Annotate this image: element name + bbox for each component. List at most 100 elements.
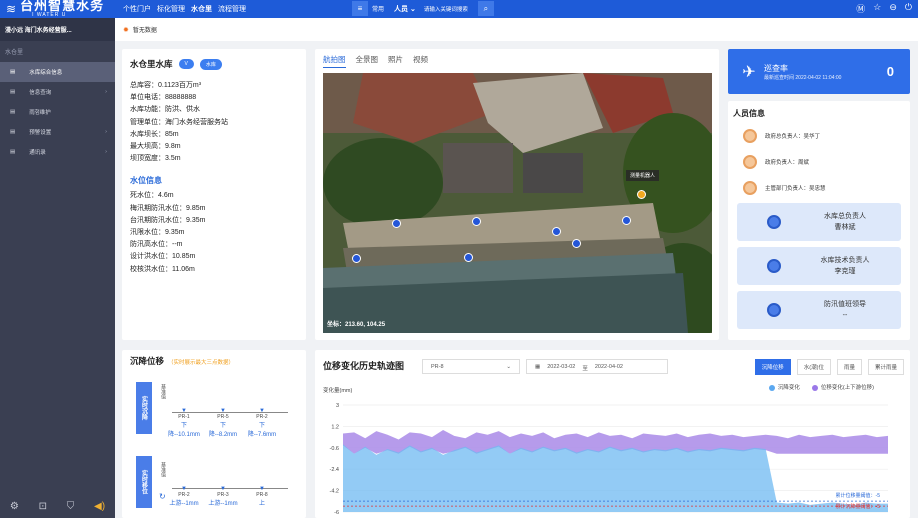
water-row: 设计洪水位：10.85m [130, 253, 196, 261]
settlement-title: 沉降位移 （实时展示最大三点数据） [130, 355, 298, 367]
star-icon[interactable]: ☆ [873, 2, 881, 15]
card-role: 防汛值班领导 [824, 301, 866, 308]
card-role: 水库技术负责人 [820, 257, 870, 264]
station-marker[interactable] [472, 217, 481, 226]
aerial-image[interactable]: 测量机器人 坐标：213.60, 104.25 [323, 73, 712, 333]
nav-portal[interactable]: 个性门户 [123, 4, 151, 14]
sidebar-group: 水仓里 [5, 50, 24, 56]
station-marker[interactable] [464, 253, 473, 262]
reservoir-header: 水仓里水库 V 水库 [130, 58, 298, 70]
info-row: 管理单位：海门水务经营服务站 [130, 118, 228, 126]
calendar-icon: ▦ [535, 364, 541, 370]
sidebar-item-overview[interactable]: ▤ 水库综合信息 [0, 62, 115, 82]
responsible-card[interactable]: 水库总负责人 曹林斌 [737, 203, 901, 241]
patrol-value: 0 [886, 64, 894, 79]
lock-icon[interactable]: ⊡ [39, 501, 47, 512]
mode-settlement-button[interactable]: 沉降位移 [754, 359, 791, 375]
chevron-right-icon: › [105, 129, 107, 135]
tab-aerial[interactable]: 航拍图 [323, 54, 346, 68]
patrol-rate-card: ✈ 巡查率 最新巡查时间 2022-04-02 11:04:00 0 [728, 49, 910, 94]
station-marker[interactable] [392, 219, 401, 228]
realtime-displace-block: 实时移位 [136, 456, 152, 508]
person-label: 政府负责人：周斌 [765, 160, 810, 166]
threshold-label-settlement: 累计沉降量阈值：-5 [836, 503, 881, 510]
sidebar-item-label: 雨험维护 [29, 110, 51, 116]
sidebar-item-maintenance[interactable]: ▤ 雨험维护 [0, 102, 115, 122]
track-chart: 3 1.2 -0.6 -2.4 -4.2 -6 累计位移量阈值：-5 累计沉降量阈值：-5 [330, 403, 888, 516]
date-from[interactable]: 2022-03-02 [547, 364, 575, 370]
type-badge: 水库 [199, 58, 222, 70]
responsible-card[interactable]: 防汛值班领导 -- [737, 291, 901, 329]
search-category-select[interactable]: 人员 ⌄ [394, 4, 416, 14]
legend-item[interactable]: 位移变化(上下游位移) [811, 383, 874, 391]
station-marker[interactable] [352, 254, 361, 263]
mode-rain-button[interactable]: 雨量 [836, 359, 862, 375]
tab-panorama[interactable]: 全景图 [356, 54, 379, 68]
shirt-icon[interactable]: ⛉ [67, 501, 75, 512]
y-tick-label: -2.4 [330, 467, 339, 473]
reservoir-rows: 总库容：0.1123百万m³ 单位电话：88888888 水库功能：防洪、供水 … [130, 80, 298, 165]
org-selector[interactable]: 漫小远 海门水务经营服... [0, 18, 115, 41]
legend-dot [768, 384, 775, 391]
menu-circle-icon[interactable]: Ⓜ [856, 2, 865, 15]
info-row: 坝顶宽度：3.5m [130, 155, 181, 163]
legend-item[interactable]: 沉降变化 [768, 383, 800, 391]
legend-dot [811, 384, 818, 391]
minus-circle-icon[interactable]: ⊖ [889, 2, 897, 15]
settlement-panel: 沉降位移 （实时展示最大三点数据） 实时沉降 基准值 ▼ PR-1 下降--10.1m… [122, 350, 306, 518]
date-range[interactable]: ▦ 2022-03-02 至 2022-04-02 [526, 359, 668, 374]
y-tick-label: -4.2 [330, 489, 339, 495]
info-row: 单位电话：88888888 [130, 94, 197, 102]
point-select[interactable]: PR-8 ⌄ [422, 359, 520, 374]
chart-legend: 沉降变化 位移变化(上下游位移) [768, 383, 874, 391]
mode-cumrain-button[interactable]: 累计雨量 [867, 359, 904, 375]
station-marker[interactable] [622, 216, 631, 225]
sidebar-item-query[interactable]: ▤ 信息查询 › [0, 82, 115, 102]
speaker-icon[interactable]: ◀) [94, 501, 105, 512]
base-label: 基准值 [160, 384, 166, 399]
station-marker[interactable] [572, 239, 581, 248]
aerial-photo-illustration [323, 73, 712, 333]
search-icon[interactable]: ⌕ [477, 1, 494, 16]
water-row: 防汛高水位：--m [130, 241, 183, 249]
nav-process[interactable]: 流程管理 [218, 4, 246, 14]
sidebar-item-warning[interactable]: ▤ 预警设置 › [0, 122, 115, 142]
menu-icon[interactable]: ≡ [352, 1, 368, 16]
info-row: 总库容：0.1123百万m³ [130, 82, 202, 89]
point-value: 降--8.2mm [208, 432, 238, 438]
settings-icon[interactable]: ⚙ [10, 501, 19, 512]
robot-marker[interactable] [637, 190, 646, 199]
sidebar-bottom-tools: ⚙ ⊡ ⛉ ◀) [0, 501, 115, 512]
search-toolbar: ≡ 常用 人员 ⌄ 请输入关键词搜索 ⌕ [352, 1, 494, 16]
chevron-right-icon: › [105, 89, 107, 95]
water-row: 死水位：4.6m [130, 192, 174, 200]
y-tick-label: -6 [334, 510, 339, 516]
card-name: 李克瑾 [834, 268, 856, 275]
person-row: 政府总负责人：吴华丁 [733, 123, 905, 149]
patrol-person-icon: ✈ [742, 63, 756, 81]
doc-icon: ▤ [10, 69, 16, 75]
tab-photos[interactable]: 照片 [388, 54, 403, 68]
settlement-title-text: 沉降位移 [130, 356, 165, 366]
water-row: 梅汛期防汛水位：9.85m [130, 204, 206, 212]
nav-standard[interactable]: 标化管理 [157, 4, 185, 14]
sidebar-item-label: 通讯录 [29, 150, 46, 156]
date-to[interactable]: 2022-04-02 [595, 364, 623, 370]
nav-reservoir[interactable]: 水仓里 [191, 4, 212, 14]
station-marker[interactable] [552, 227, 561, 236]
search-input[interactable]: 请输入关键词搜索 [424, 5, 468, 13]
water-row: 校核洪水位：11.06m [130, 265, 195, 273]
avatar [743, 129, 757, 143]
tab-video[interactable]: 视频 [413, 54, 428, 68]
date-sep: 至 [582, 366, 588, 372]
sidebar-item-label: 预警设置 [29, 130, 52, 136]
responsible-card[interactable]: 水库技术负责人 李克瑾 [737, 247, 901, 285]
person-label: 主管部门负责人：吴忠慧 [765, 186, 826, 192]
person-row: 政府负责人：周斌 [733, 149, 905, 175]
point-dir: 下 [219, 423, 226, 429]
common-link[interactable]: 常用 [372, 4, 384, 13]
sidebar-item-contacts[interactable]: ▤ 通讯录 › [0, 142, 115, 162]
card-name: -- [842, 312, 848, 319]
power-icon[interactable]: ⏻ [905, 2, 912, 15]
mode-waterlevel-button[interactable]: 水(潮)位 [796, 359, 831, 375]
